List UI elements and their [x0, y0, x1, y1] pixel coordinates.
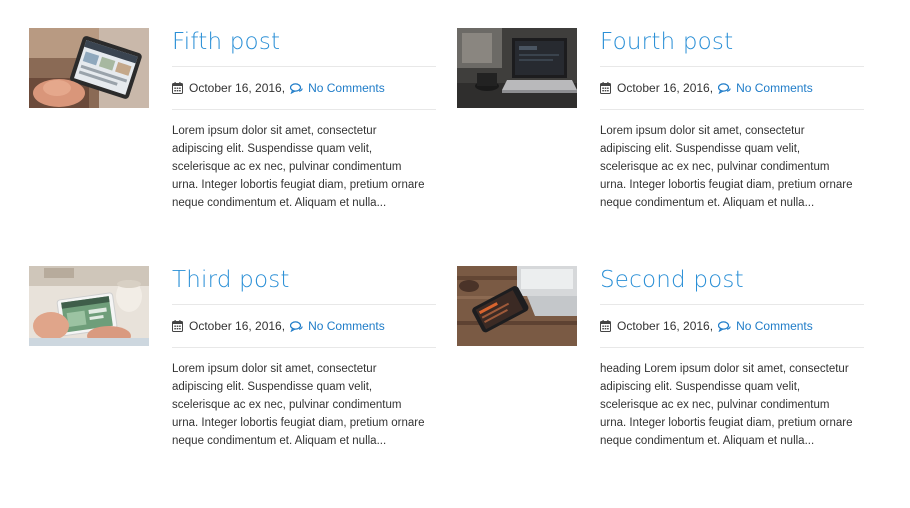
comments-link[interactable]: No Comments: [736, 319, 813, 333]
post-date: October 16, 2016,: [189, 319, 286, 333]
post-card: Second post October 16, 2016, No Comment…: [457, 266, 867, 476]
comment-icon: [718, 320, 731, 332]
calendar-icon: [172, 320, 183, 332]
post-excerpt: Lorem ipsum dolor sit amet, consectetur …: [600, 125, 853, 209]
post-content: Fourth post October 16, 2016, No Comment…: [600, 28, 864, 212]
phone-desk-photo-thumbnail: [457, 266, 577, 346]
tablet-coffee-photo-thumbnail: [29, 266, 149, 346]
post-card: Third post October 16, 2016, No Comments…: [29, 266, 439, 476]
post-thumbnail[interactable]: [457, 28, 577, 108]
post-content: Third post October 16, 2016, No Comments…: [172, 266, 436, 450]
comments-link[interactable]: No Comments: [736, 81, 813, 95]
calendar-icon: [600, 82, 611, 94]
post-meta: October 16, 2016, No Comments: [172, 305, 436, 348]
post-date: October 16, 2016,: [189, 81, 286, 95]
post-title-link[interactable]: Fifth post: [172, 28, 436, 67]
post-meta: October 16, 2016, No Comments: [172, 67, 436, 110]
post-card: Fifth post October 16, 2016, No Comments…: [29, 28, 439, 238]
laptop-photo-thumbnail: [457, 28, 577, 108]
post-title-link[interactable]: Fourth post: [600, 28, 864, 67]
post-meta: October 16, 2016, No Comments: [600, 67, 864, 110]
post-thumbnail[interactable]: [457, 266, 577, 346]
post-thumbnail[interactable]: [29, 266, 149, 346]
post-date: October 16, 2016,: [617, 319, 714, 333]
post-content: Second post October 16, 2016, No Comment…: [600, 266, 864, 450]
comment-icon: [290, 320, 303, 332]
post-excerpt: Lorem ipsum dolor sit amet, consectetur …: [172, 363, 425, 447]
calendar-icon: [172, 82, 183, 94]
comments-link[interactable]: No Comments: [308, 319, 385, 333]
post-thumbnail[interactable]: [29, 28, 149, 108]
post-card: Fourth post October 16, 2016, No Comment…: [457, 28, 867, 238]
post-date: October 16, 2016,: [617, 81, 714, 95]
comment-icon: [718, 82, 731, 94]
post-meta: October 16, 2016, No Comments: [600, 305, 864, 348]
calendar-icon: [600, 320, 611, 332]
tablet-photo-thumbnail: [29, 28, 149, 108]
post-title-link[interactable]: Third post: [172, 266, 436, 305]
post-excerpt: Lorem ipsum dolor sit amet, consectetur …: [172, 125, 425, 209]
comments-link[interactable]: No Comments: [308, 81, 385, 95]
comment-icon: [290, 82, 303, 94]
post-content: Fifth post October 16, 2016, No Comments…: [172, 28, 436, 212]
post-title-link[interactable]: Second post: [600, 266, 864, 305]
post-excerpt: heading Lorem ipsum dolor sit amet, cons…: [600, 363, 853, 447]
